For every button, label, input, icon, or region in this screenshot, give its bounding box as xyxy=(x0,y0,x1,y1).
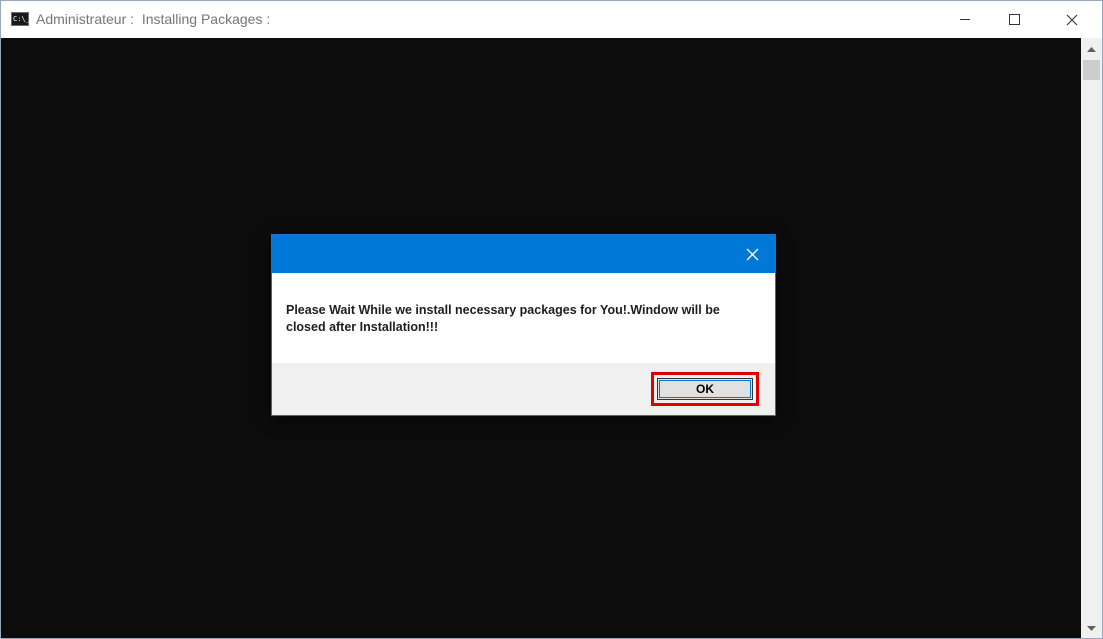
cmd-icon: C:\_ xyxy=(11,12,30,26)
maximize-button[interactable] xyxy=(991,1,1037,38)
minimize-icon xyxy=(960,19,970,20)
close-button[interactable] xyxy=(1049,1,1095,38)
chevron-down-icon xyxy=(1087,625,1096,631)
window-title: Administrateur : Installing Packages : xyxy=(36,11,271,27)
close-icon xyxy=(1066,14,1078,25)
ok-button[interactable]: OK xyxy=(657,378,753,400)
ok-button-highlight: OK xyxy=(651,372,759,406)
minimize-button[interactable] xyxy=(942,1,988,38)
dialog-message: Please Wait While we install necessary p… xyxy=(286,303,720,334)
scroll-down-button[interactable] xyxy=(1081,620,1102,637)
message-dialog: Please Wait While we install necessary p… xyxy=(271,234,776,416)
scrollbar-thumb[interactable] xyxy=(1083,60,1100,80)
chevron-up-icon xyxy=(1087,46,1096,52)
close-icon xyxy=(746,248,759,260)
dialog-footer: OK xyxy=(272,363,775,415)
dialog-body: Please Wait While we install necessary p… xyxy=(272,273,775,363)
dialog-close-button[interactable] xyxy=(730,235,775,273)
dialog-titlebar[interactable] xyxy=(272,235,775,273)
scroll-up-button[interactable] xyxy=(1081,40,1102,57)
window-titlebar[interactable]: C:\_ Administrateur : Installing Package… xyxy=(1,1,1102,38)
maximize-icon xyxy=(1008,14,1020,25)
vertical-scrollbar[interactable] xyxy=(1081,38,1102,638)
